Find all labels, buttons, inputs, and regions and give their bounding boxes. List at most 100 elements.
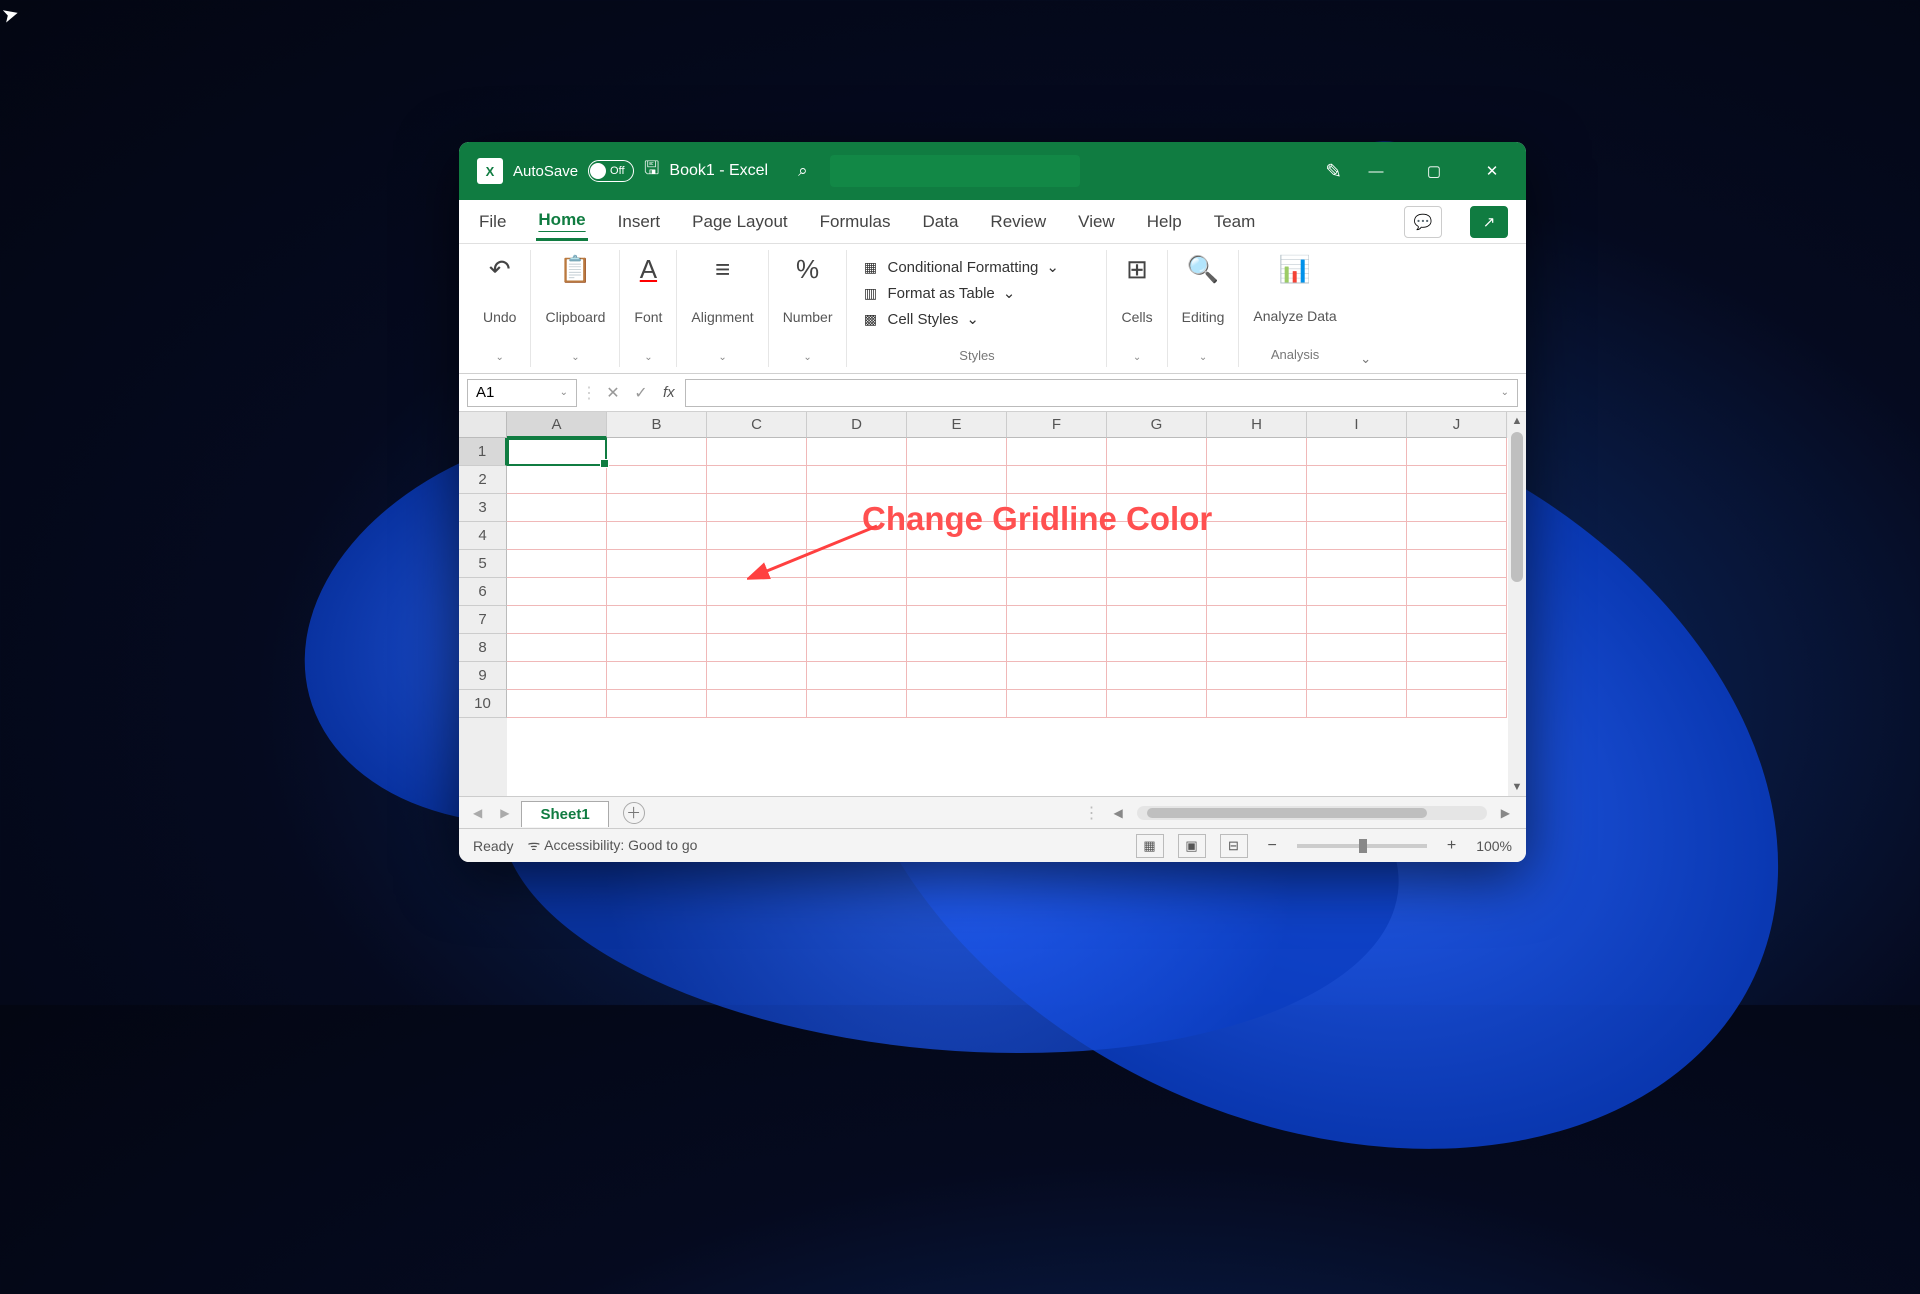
name-box[interactable]: A1 ⌄ [467,379,577,407]
cell[interactable] [1107,690,1207,718]
cell[interactable] [1407,690,1507,718]
cell[interactable] [907,438,1007,466]
spreadsheet-grid[interactable]: ABCDEFGHIJ 12345678910 Change Gridline C… [459,412,1526,796]
autosave-toggle[interactable]: Off [588,160,634,182]
formula-input[interactable]: ⌄ [685,379,1518,407]
row-headers[interactable]: 12345678910 [459,438,507,796]
group-undo[interactable]: ↶ Undo ⌄ [469,250,531,367]
zoom-in-button[interactable]: + [1441,837,1462,855]
cell[interactable] [907,494,1007,522]
cell[interactable] [907,466,1007,494]
minimize-button[interactable]: — [1352,147,1400,195]
cell[interactable] [1007,690,1107,718]
row-header[interactable]: 7 [459,606,507,634]
cell[interactable] [1207,550,1307,578]
format-as-table-button[interactable]: ▥ Format as Table ⌄ [861,280,1015,306]
cell[interactable] [807,578,907,606]
cell[interactable] [507,494,607,522]
cell[interactable] [707,438,807,466]
row-header[interactable]: 2 [459,466,507,494]
column-header[interactable]: H [1207,412,1307,438]
view-page-break-button[interactable]: ⊟ [1220,834,1248,858]
scroll-up-icon[interactable]: ▲ [1508,412,1526,430]
cell[interactable] [1207,634,1307,662]
cell[interactable] [807,438,907,466]
column-header[interactable]: I [1307,412,1407,438]
cell[interactable] [1107,578,1207,606]
zoom-level[interactable]: 100% [1476,838,1512,854]
cell[interactable] [1407,494,1507,522]
cell[interactable] [507,550,607,578]
group-analyze[interactable]: 📊 Analyze Data Analysis [1239,250,1350,367]
tab-view[interactable]: View [1076,204,1117,240]
cell[interactable] [1007,494,1107,522]
column-header[interactable]: E [907,412,1007,438]
cell[interactable] [1107,494,1207,522]
cell[interactable] [607,522,707,550]
cell[interactable] [607,634,707,662]
cell[interactable] [1207,494,1307,522]
cell[interactable] [607,494,707,522]
column-header[interactable]: B [607,412,707,438]
tab-file[interactable]: File [477,204,508,240]
cell[interactable] [1107,522,1207,550]
cell-styles-button[interactable]: ▩ Cell Styles ⌄ [861,306,978,332]
column-header[interactable]: A [507,412,607,438]
cell[interactable] [1207,438,1307,466]
enter-formula-button[interactable]: ✓ [629,381,653,405]
accessibility-status[interactable]: ᯤ Accessibility: Good to go [527,836,697,855]
cell[interactable] [707,494,807,522]
cell[interactable] [507,578,607,606]
cell[interactable] [1307,494,1407,522]
cell[interactable] [907,662,1007,690]
cell[interactable] [707,606,807,634]
column-header[interactable]: F [1007,412,1107,438]
cell[interactable] [807,662,907,690]
tab-data[interactable]: Data [921,204,961,240]
sheet-nav-prev-icon[interactable]: ◀ [467,806,488,820]
tab-insert[interactable]: Insert [616,204,663,240]
row-header[interactable]: 3 [459,494,507,522]
row-header[interactable]: 4 [459,522,507,550]
cell[interactable] [1407,634,1507,662]
cell[interactable] [1107,438,1207,466]
cell[interactable] [807,494,907,522]
pen-sparkle-icon[interactable]: ✎ [1325,159,1342,184]
cell[interactable] [907,550,1007,578]
row-header[interactable]: 1 [459,438,507,466]
cell[interactable] [1307,578,1407,606]
cell[interactable] [507,634,607,662]
tab-home[interactable]: Home [536,202,587,241]
cell[interactable] [907,634,1007,662]
cell[interactable] [1407,662,1507,690]
group-number[interactable]: % Number ⌄ [769,250,848,367]
cell[interactable] [1407,522,1507,550]
cell[interactable] [807,606,907,634]
cell[interactable] [607,578,707,606]
cell[interactable] [1207,578,1307,606]
cell[interactable] [707,550,807,578]
cell[interactable] [1007,550,1107,578]
cell[interactable] [1207,606,1307,634]
cell[interactable] [907,606,1007,634]
row-header[interactable]: 9 [459,662,507,690]
cell[interactable] [707,690,807,718]
cell[interactable] [1007,634,1107,662]
group-font[interactable]: A Font ⌄ [620,250,677,367]
ribbon-collapse-button[interactable]: ⌄ [1351,250,1381,367]
cell[interactable] [607,662,707,690]
cell[interactable] [1107,550,1207,578]
cell[interactable] [807,522,907,550]
group-editing[interactable]: 🔍 Editing ⌄ [1168,250,1240,367]
cell[interactable] [1407,466,1507,494]
cell[interactable] [907,690,1007,718]
view-normal-button[interactable]: ▦ [1136,834,1164,858]
cell[interactable] [907,522,1007,550]
row-header[interactable]: 6 [459,578,507,606]
cells-area[interactable]: Change Gridline Color [507,438,1508,796]
cell[interactable] [607,438,707,466]
search-icon[interactable]: ⌕ [798,161,808,181]
column-headers[interactable]: ABCDEFGHIJ [507,412,1508,438]
vertical-scrollbar[interactable]: ▲ ▼ [1508,412,1526,796]
cell[interactable] [707,578,807,606]
